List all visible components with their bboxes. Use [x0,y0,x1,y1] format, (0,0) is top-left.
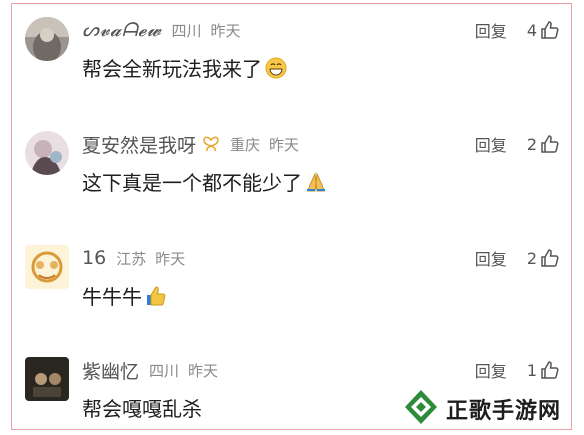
grinning-face-emoji [265,57,287,79]
username[interactable]: 紫幽忆 [82,357,139,384]
comment-text: 牛牛牛 [82,285,142,309]
logo-icon [402,388,440,430]
watermark: 正歌手游网 [402,388,561,430]
thumbs-up-emoji [145,285,167,307]
comment-text: 帮会嘎嘎乱杀 [82,397,202,421]
like-icon[interactable] [540,248,560,268]
comment-text: 这下真是一个都不能少了 [82,171,302,195]
folded-hands-emoji [305,171,327,193]
butterfly-icon [202,136,220,152]
like-count: 4 [526,20,537,40]
region-label: 四川 [149,361,180,380]
username[interactable]: ᔕ𝓿𝓪ᗩ𝓮𝔀 [82,19,162,41]
like-icon[interactable] [540,360,560,380]
reply-button[interactable]: 回复 [475,18,507,42]
time-label: 昨天 [155,249,186,268]
like-icon[interactable] [540,134,560,154]
time-label: 昨天 [210,21,241,40]
username[interactable]: 16 [82,247,106,269]
time-label: 昨天 [269,135,300,154]
region-label: 江苏 [116,249,147,268]
reply-button[interactable]: 回复 [475,132,507,156]
like-count: 1 [526,360,537,380]
like-count: 2 [526,248,537,268]
username[interactable]: 夏安然是我呀 [82,131,196,158]
region-label: 重庆 [230,135,261,154]
avatar[interactable] [25,17,69,61]
avatar[interactable] [25,245,69,289]
reply-button[interactable]: 回复 [475,358,507,382]
avatar[interactable] [25,357,69,401]
avatar[interactable] [25,131,69,175]
time-label: 昨天 [188,361,219,380]
like-count: 2 [526,134,537,154]
like-icon[interactable] [540,20,560,40]
watermark-text: 正歌手游网 [446,399,562,424]
region-label: 四川 [171,21,202,40]
comment-text: 帮会全新玩法我来了 [82,57,262,81]
reply-button[interactable]: 回复 [475,246,507,270]
